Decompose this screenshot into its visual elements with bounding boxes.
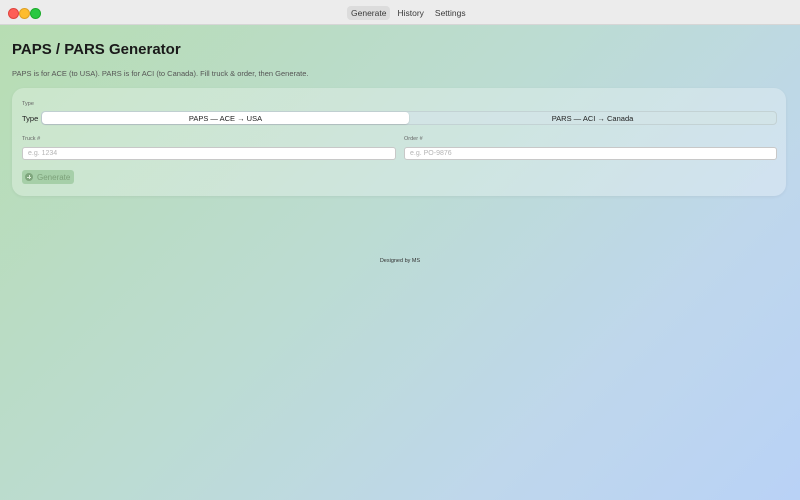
page-subtitle: PAPS is for ACE (to USA). PARS is for AC… [12, 69, 309, 78]
title-bar: Generate History Settings [0, 0, 800, 25]
tab-history[interactable]: History [393, 6, 427, 20]
truck-field-label: Truck # [22, 136, 41, 142]
truck-number-input[interactable] [22, 147, 396, 160]
page-title: PAPS / PARS Generator [12, 41, 181, 58]
plus-circle-icon [25, 173, 33, 181]
segment-pars[interactable]: PARS — ACI → Canada [409, 112, 776, 124]
type-segmented-control: PAPS — ACE → USA PARS — ACI → Canada [41, 111, 777, 125]
footer-credit: Designed by MS [379, 258, 421, 264]
generate-button-label: Generate [37, 172, 71, 182]
type-picker-label: Type [22, 114, 39, 123]
order-field-label: Order # [404, 136, 423, 142]
app-window: Generate History Settings PAPS / PARS Ge… [0, 0, 800, 500]
tab-generate[interactable]: Generate [347, 6, 391, 20]
order-number-input[interactable] [404, 147, 777, 160]
generate-button[interactable]: Generate [22, 170, 75, 184]
close-window-icon[interactable] [8, 8, 19, 19]
toolbar-tabs: Generate History Settings [347, 6, 470, 20]
tab-settings[interactable]: Settings [431, 6, 470, 20]
form-card: Type Type PAPS — ACE → USA PARS — ACI → … [12, 88, 786, 196]
minimize-window-icon[interactable] [19, 8, 30, 19]
segment-paps[interactable]: PAPS — ACE → USA [42, 112, 409, 124]
type-section-label: Type [22, 101, 34, 107]
maximize-window-icon[interactable] [30, 8, 41, 19]
